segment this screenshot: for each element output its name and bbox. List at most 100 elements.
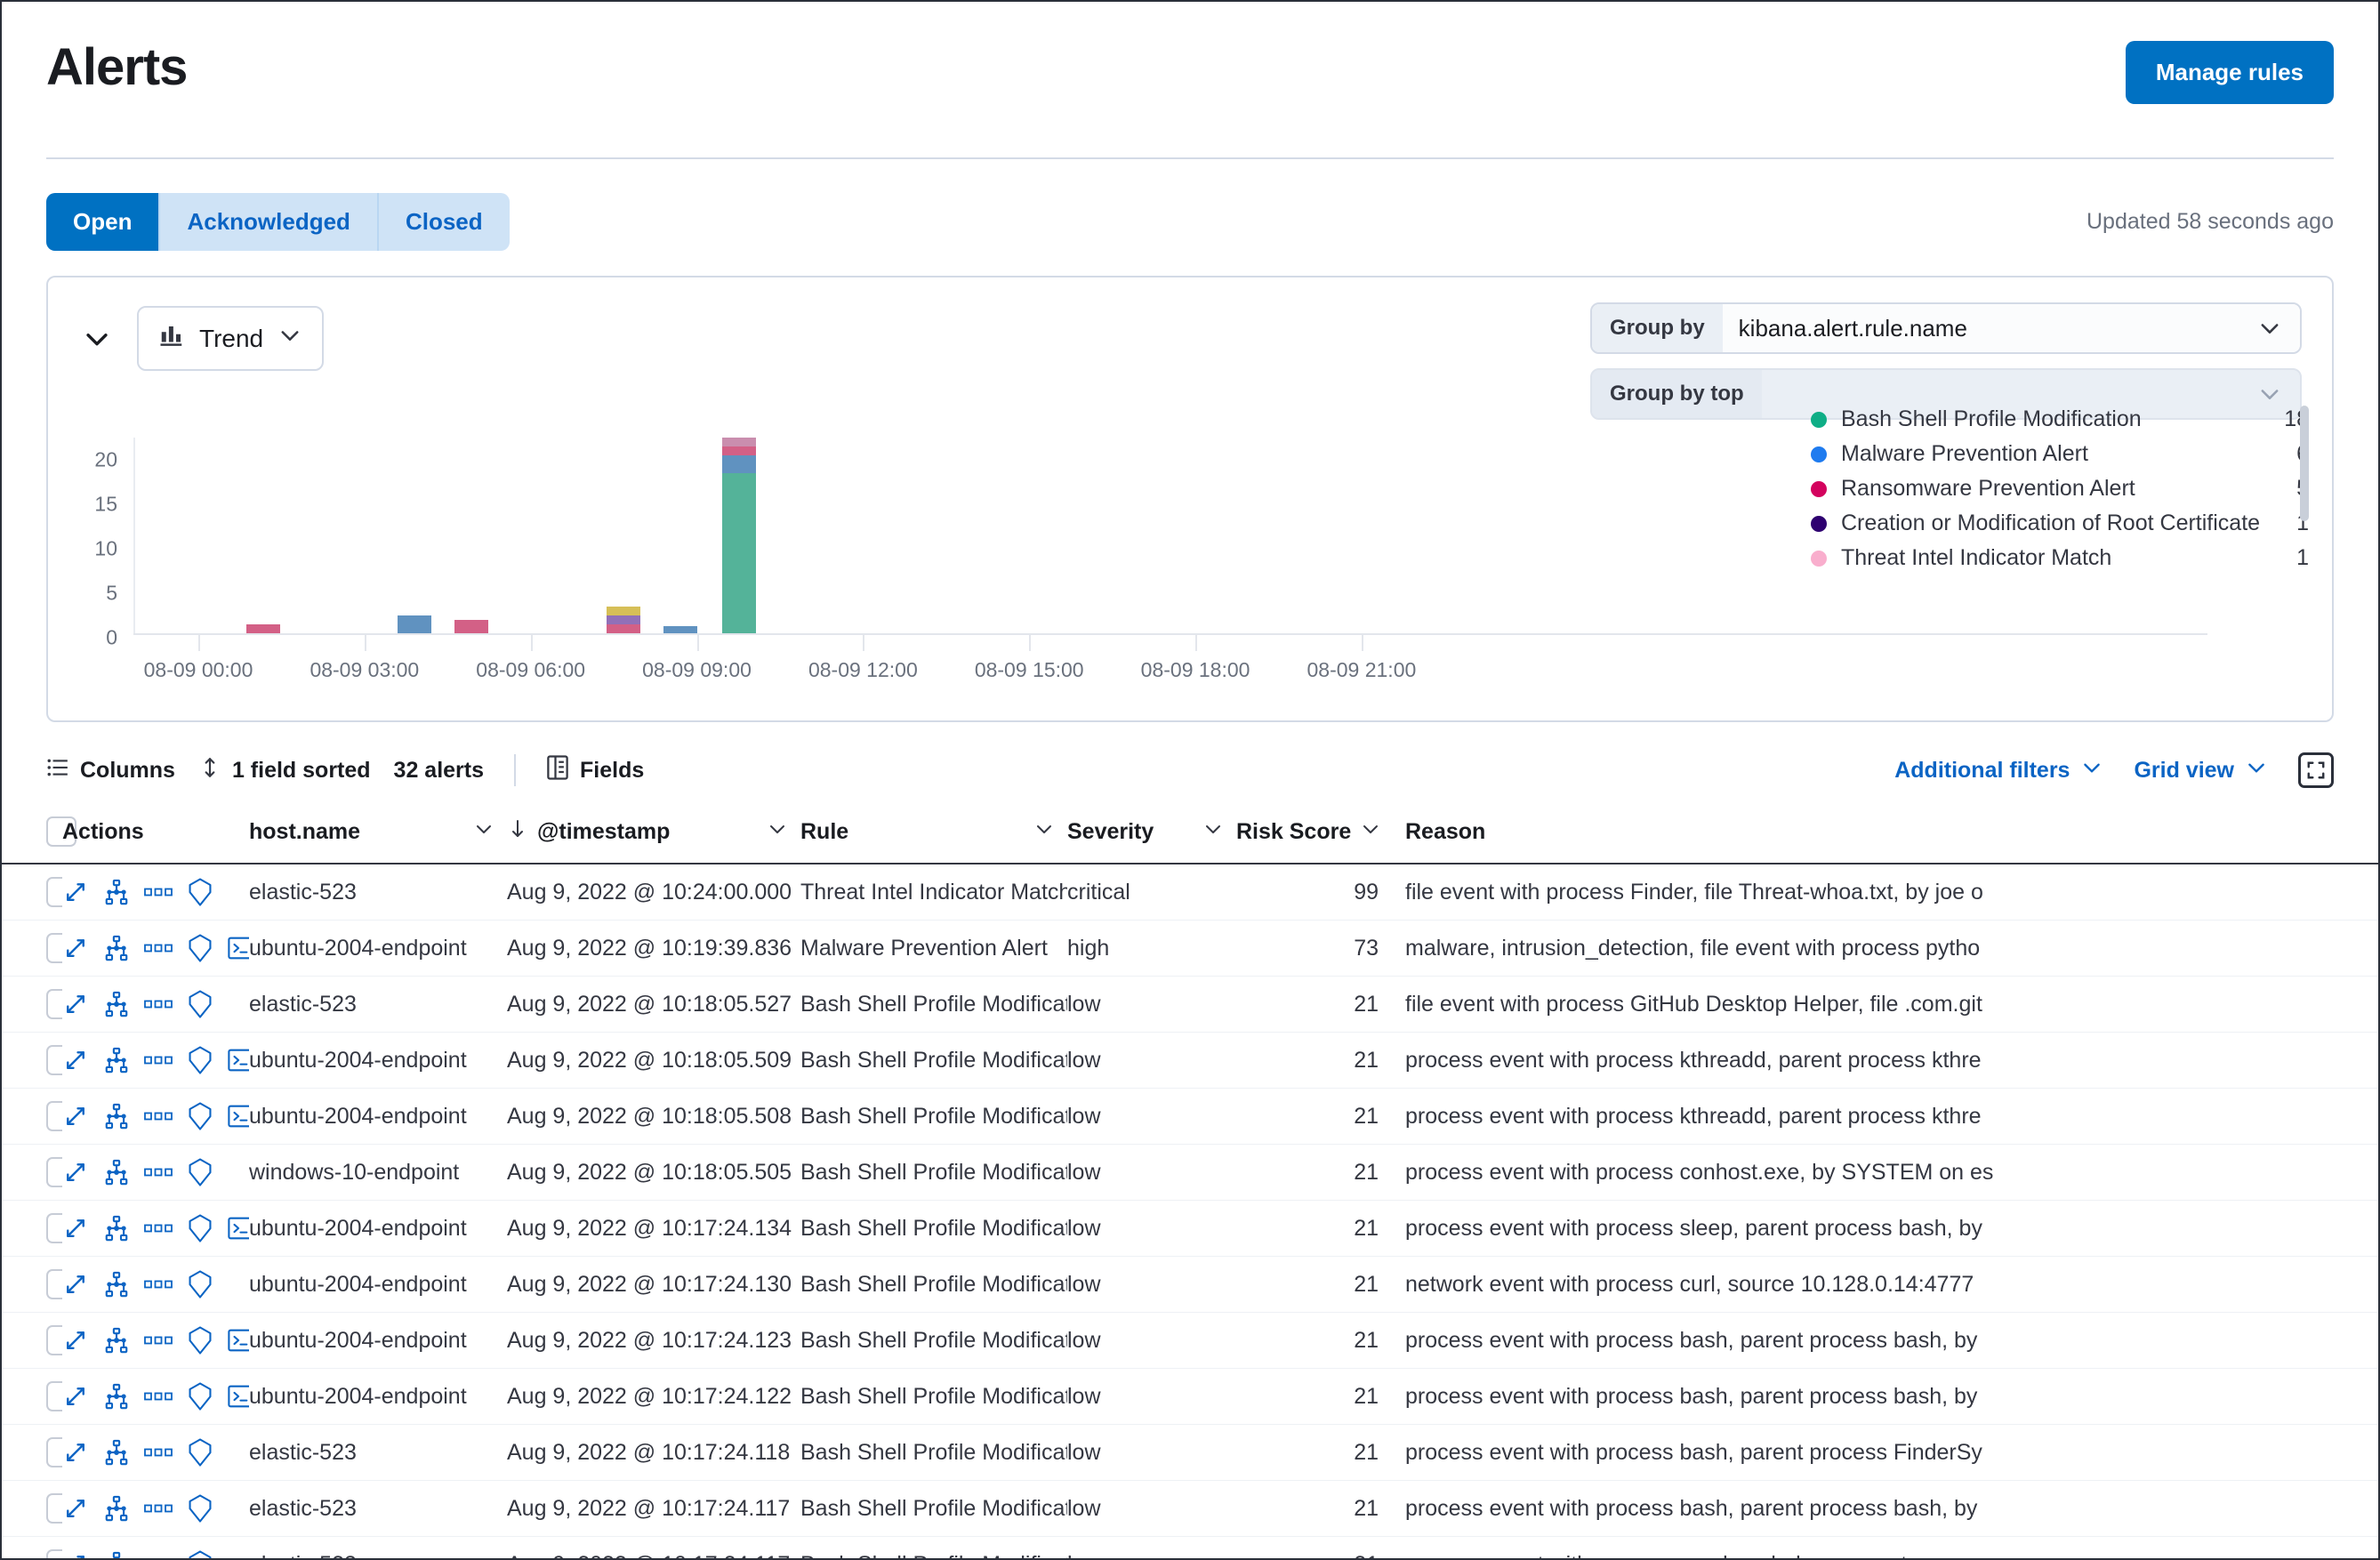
- more-actions-icon[interactable]: [144, 1110, 173, 1122]
- column-header-timestamp[interactable]: @timestamp: [507, 806, 800, 864]
- chevron-down-icon[interactable]: [473, 818, 507, 846]
- table-row[interactable]: elastic-523Aug 9, 2022 @ 10:24:00.000Thr…: [2, 864, 2378, 921]
- chevron-down-icon[interactable]: [1202, 818, 1236, 846]
- analyzer-graph-icon[interactable]: [103, 1327, 130, 1354]
- analyzer-graph-icon[interactable]: [103, 1271, 130, 1298]
- table-row[interactable]: ubuntu-2004-endpointAug 9, 2022 @ 10:17:…: [2, 1201, 2378, 1257]
- expand-details-icon[interactable]: [62, 991, 89, 1017]
- table-row[interactable]: elastic-523Aug 9, 2022 @ 10:18:05.527Bas…: [2, 977, 2378, 1033]
- expand-details-icon[interactable]: [62, 1159, 89, 1186]
- sort-button[interactable]: 1 field sorted: [198, 756, 371, 785]
- table-row[interactable]: ubuntu-2004-endpointAug 9, 2022 @ 10:17:…: [2, 1313, 2378, 1369]
- expand-details-icon[interactable]: [62, 1215, 89, 1242]
- row-checkbox[interactable]: [46, 1437, 62, 1468]
- more-actions-icon[interactable]: [144, 1446, 173, 1459]
- row-checkbox[interactable]: [46, 989, 62, 1019]
- legend-item[interactable]: Threat Intel Indicator Match1: [1811, 541, 2309, 575]
- session-view-icon[interactable]: [187, 1438, 213, 1467]
- terminal-icon[interactable]: [228, 1385, 249, 1408]
- chart-bar[interactable]: [607, 607, 640, 633]
- table-row[interactable]: ubuntu-2004-endpointAug 9, 2022 @ 10:18:…: [2, 1033, 2378, 1089]
- chart-bar[interactable]: [246, 624, 280, 633]
- table-row[interactable]: elastic-523Aug 9, 2022 @ 10:17:24.118Bas…: [2, 1425, 2378, 1481]
- expand-details-icon[interactable]: [62, 1327, 89, 1354]
- more-actions-icon[interactable]: [144, 998, 173, 1010]
- session-view-icon[interactable]: [187, 1550, 213, 1560]
- analyzer-graph-icon[interactable]: [103, 1383, 130, 1410]
- trend-selector-button[interactable]: Trend: [137, 306, 324, 371]
- chart-bar[interactable]: [722, 438, 756, 633]
- expand-details-icon[interactable]: [62, 935, 89, 961]
- status-filter-acknowledged[interactable]: Acknowledged: [160, 193, 378, 251]
- analyzer-graph-icon[interactable]: [103, 1551, 130, 1560]
- more-actions-icon[interactable]: [144, 1334, 173, 1347]
- column-header-rule[interactable]: Rule: [800, 806, 1067, 864]
- session-view-icon[interactable]: [187, 1382, 213, 1411]
- analyzer-graph-icon[interactable]: [103, 1047, 130, 1074]
- terminal-icon[interactable]: [228, 937, 249, 960]
- session-view-icon[interactable]: [187, 1494, 213, 1523]
- more-actions-icon[interactable]: [144, 1390, 173, 1403]
- group-by-field-select[interactable]: Group by kibana.alert.rule.name: [1590, 302, 2302, 354]
- more-actions-icon[interactable]: [144, 1054, 173, 1066]
- analyzer-graph-icon[interactable]: [103, 991, 130, 1017]
- session-view-icon[interactable]: [187, 1046, 213, 1074]
- row-checkbox[interactable]: [46, 1213, 62, 1243]
- status-filter-open[interactable]: Open: [46, 193, 160, 251]
- more-actions-icon[interactable]: [144, 1502, 173, 1515]
- analyzer-graph-icon[interactable]: [103, 1215, 130, 1242]
- row-checkbox[interactable]: [46, 1493, 62, 1524]
- more-actions-icon[interactable]: [144, 886, 173, 898]
- row-checkbox[interactable]: [46, 1549, 62, 1560]
- expand-details-icon[interactable]: [62, 1047, 89, 1074]
- column-header-risk-score[interactable]: Risk Score: [1236, 806, 1405, 864]
- fullscreen-button[interactable]: [2298, 752, 2334, 788]
- additional-filters-button[interactable]: Additional filters: [1894, 756, 2103, 785]
- legend-scrollbar[interactable]: [2300, 406, 2309, 521]
- chevron-down-icon[interactable]: [1360, 818, 1394, 846]
- row-checkbox[interactable]: [46, 1157, 62, 1187]
- table-row[interactable]: ubuntu-2004-endpointAug 9, 2022 @ 10:18:…: [2, 1089, 2378, 1145]
- expand-details-icon[interactable]: [62, 1103, 89, 1130]
- row-checkbox[interactable]: [46, 1269, 62, 1299]
- analyzer-graph-icon[interactable]: [103, 1495, 130, 1522]
- more-actions-icon[interactable]: [144, 942, 173, 954]
- chart-bar[interactable]: [663, 626, 697, 633]
- expand-details-icon[interactable]: [62, 1383, 89, 1410]
- table-row[interactable]: elastic-523Aug 9, 2022 @ 10:17:24.117Bas…: [2, 1537, 2378, 1560]
- session-view-icon[interactable]: [187, 1326, 213, 1355]
- column-header-host[interactable]: host.name: [249, 806, 507, 864]
- chevron-down-icon[interactable]: [78, 320, 116, 358]
- row-checkbox[interactable]: [46, 933, 62, 963]
- expand-details-icon[interactable]: [62, 879, 89, 905]
- more-actions-icon[interactable]: [144, 1166, 173, 1178]
- row-checkbox[interactable]: [46, 1325, 62, 1355]
- more-actions-icon[interactable]: [144, 1278, 173, 1291]
- terminal-icon[interactable]: [228, 1105, 249, 1128]
- legend-item[interactable]: Ransomware Prevention Alert5: [1811, 471, 2309, 506]
- row-checkbox[interactable]: [46, 877, 62, 907]
- session-view-icon[interactable]: [187, 1214, 213, 1242]
- fields-button[interactable]: Fields: [546, 754, 644, 787]
- column-header-severity[interactable]: Severity: [1067, 806, 1236, 864]
- chevron-down-icon[interactable]: [767, 818, 800, 846]
- chart-bar[interactable]: [454, 620, 488, 633]
- chart-bar[interactable]: [398, 615, 431, 633]
- legend-item[interactable]: Malware Prevention Alert6: [1811, 437, 2309, 471]
- terminal-icon[interactable]: [228, 1329, 249, 1352]
- status-filter-closed[interactable]: Closed: [379, 193, 510, 251]
- table-row[interactable]: windows-10-endpointAug 9, 2022 @ 10:18:0…: [2, 1145, 2378, 1201]
- session-view-icon[interactable]: [187, 878, 213, 906]
- analyzer-graph-icon[interactable]: [103, 935, 130, 961]
- row-checkbox[interactable]: [46, 1045, 62, 1075]
- terminal-icon[interactable]: [228, 1049, 249, 1072]
- expand-details-icon[interactable]: [62, 1439, 89, 1466]
- row-checkbox[interactable]: [46, 1381, 62, 1411]
- session-view-icon[interactable]: [187, 1158, 213, 1186]
- table-row[interactable]: ubuntu-2004-endpointAug 9, 2022 @ 10:19:…: [2, 921, 2378, 977]
- table-row[interactable]: ubuntu-2004-endpointAug 9, 2022 @ 10:17:…: [2, 1369, 2378, 1425]
- table-row[interactable]: elastic-523Aug 9, 2022 @ 10:17:24.117Bas…: [2, 1481, 2378, 1537]
- expand-details-icon[interactable]: [62, 1271, 89, 1298]
- more-actions-icon[interactable]: [144, 1222, 173, 1234]
- chevron-down-icon[interactable]: [1033, 818, 1067, 846]
